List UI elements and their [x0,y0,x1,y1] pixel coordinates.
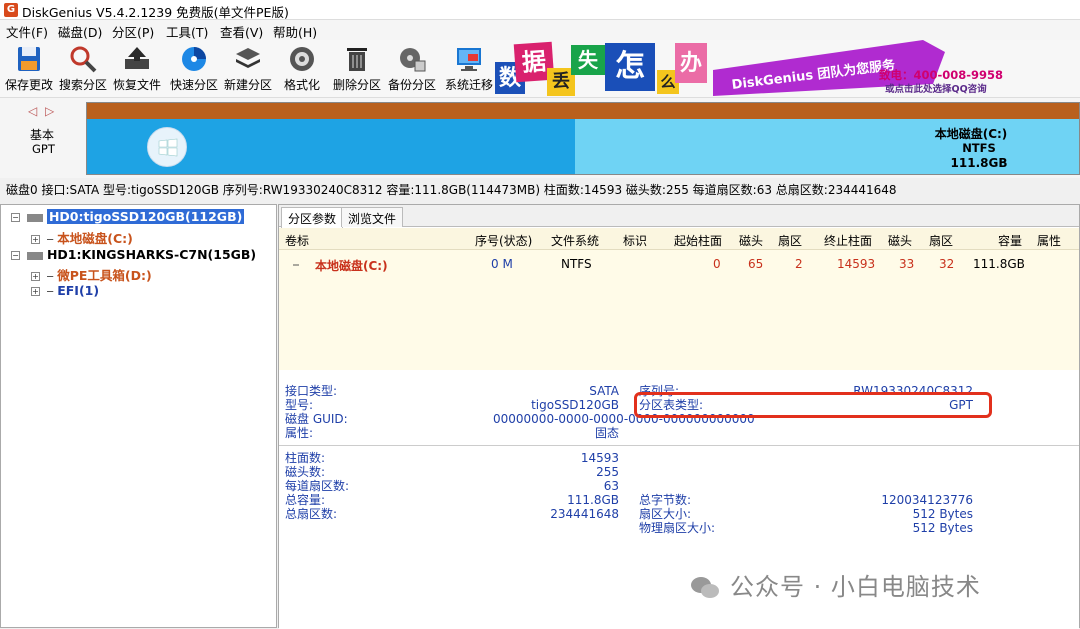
partition-icon: ⎯ [46,283,54,298]
window-title: DiskGenius V5.4.2.1239 免费版(单文件PE版) [22,5,289,20]
col-label[interactable]: 卷标 [285,232,309,249]
wechat-icon [691,577,719,598]
disk-tree: − HD0:tigoSSD120GB(112GB) + ⎯ 本地磁盘(C:) −… [0,204,277,628]
banner-tile: 失 [571,45,605,75]
layers-icon [236,48,260,68]
trash-icon [347,48,367,71]
migrate-icon [457,48,481,71]
col-start-cyl[interactable]: 起始柱面 [674,232,722,249]
table-header: 卷标 序号(状态) 文件系统 标识 起始柱面 磁头 扇区 终止柱面 磁头 扇区 … [279,228,1079,250]
col-flag[interactable]: 标识 [623,232,647,249]
col-start-head[interactable]: 磁头 [739,232,763,249]
backup-icon [400,48,426,72]
col-capacity[interactable]: 容量 [998,232,1022,249]
expand-icon[interactable]: + [31,235,40,244]
expand-icon[interactable]: + [31,272,40,281]
col-start-sec[interactable]: 扇区 [778,232,802,249]
banner-tile: 办 [675,43,707,83]
partition-table-type: GPT [32,142,55,156]
menu-bar: 文件(F) 磁盘(D) 分区(P) 工具(T) 查看(V) 帮助(H) [0,20,1080,40]
title-bar: G DiskGenius V5.4.2.1239 免费版(单文件PE版) [0,0,1080,20]
partition-icon: ⎯ [46,231,54,246]
app-icon: G [4,3,18,17]
right-panel: 分区参数 浏览文件 卷标 序号(状态) 文件系统 标识 起始柱面 磁头 扇区 终… [278,204,1080,629]
partition-size: 111.8GB [950,156,1008,170]
tree-item-d[interactable]: + ⎯ 微PE工具箱(D:) [31,265,152,284]
promo-banner[interactable]: 数 据 丢 失 怎 么 办 DiskGenius 团队为您服务 致电：400-0… [495,40,1015,98]
col-attr[interactable]: 属性 [1037,232,1061,249]
windows-logo-icon [147,127,187,167]
menu-tools[interactable]: 工具(T) [166,22,208,41]
tree-item-hd1[interactable]: − HD1:KINGSHARKS-C7N(15GB) [11,247,256,262]
highlight-box [634,392,992,418]
menu-disk[interactable]: 磁盘(D) [58,22,102,41]
quick-partition-icon [182,47,206,71]
partition-bar-c[interactable]: 本地磁盘(C:) NTFS 111.8GB [86,102,1080,175]
partition-icon: ⎯ [46,268,54,283]
banner-qq-link[interactable]: 或点击此处选择QQ咨询 [885,81,987,95]
details-divider [279,445,1079,446]
col-end-sec[interactable]: 扇区 [929,232,953,249]
collapse-icon[interactable]: − [11,213,20,222]
tree-item-hd0[interactable]: − HD0:tigoSSD120GB(112GB) [11,209,245,224]
save-icon [18,47,40,71]
disk-nav-arrows[interactable]: ◁ ▷ [28,104,56,118]
col-fs[interactable]: 文件系统 [551,232,599,249]
banner-tile: 怎 [605,43,655,91]
menu-partition[interactable]: 分区(P) [112,22,154,41]
recover-files-button[interactable]: 恢复文件 [108,40,166,96]
partition-fs: NTFS [962,141,996,155]
backup-partition-button[interactable]: 备份分区 [383,40,441,96]
menu-help[interactable]: 帮助(H) [273,22,317,41]
hard-disk-icon [26,213,43,222]
menu-view[interactable]: 查看(V) [220,22,263,41]
format-icon [290,47,314,71]
tab-browse-files[interactable]: 浏览文件 [341,207,404,227]
tree-item-efi[interactable]: + ⎯ EFI(1) [31,283,99,299]
hard-disk-icon [26,251,43,260]
recover-icon [125,47,149,69]
disk-type: 基本 [30,128,55,142]
tab-bar: 分区参数 浏览文件 [279,205,1079,228]
col-end-cyl[interactable]: 终止柱面 [824,232,872,249]
menu-file[interactable]: 文件(F) [6,22,48,41]
col-end-head[interactable]: 磁头 [888,232,912,249]
partition-icon: ⎯ [293,257,300,271]
partition-table: 卷标 序号(状态) 文件系统 标识 起始柱面 磁头 扇区 终止柱面 磁头 扇区 … [279,228,1079,370]
system-migration-button[interactable]: 系统迁移 [440,40,498,96]
watermark: 公众号 · 小白电脑技术 [690,567,981,602]
tree-item-c[interactable]: + ⎯ 本地磁盘(C:) [31,228,133,247]
collapse-icon[interactable]: − [11,251,20,260]
tab-partition-params[interactable]: 分区参数 [281,207,344,228]
expand-icon[interactable]: + [31,287,40,296]
magnifier-icon [70,46,97,73]
col-index[interactable]: 序号(状态) [475,232,532,249]
partition-name: 本地磁盘(C:) [934,127,1008,141]
disk-info-line: 磁盘0 接口:SATA 型号:tigoSSD120GB 序列号:RW193302… [6,183,897,197]
